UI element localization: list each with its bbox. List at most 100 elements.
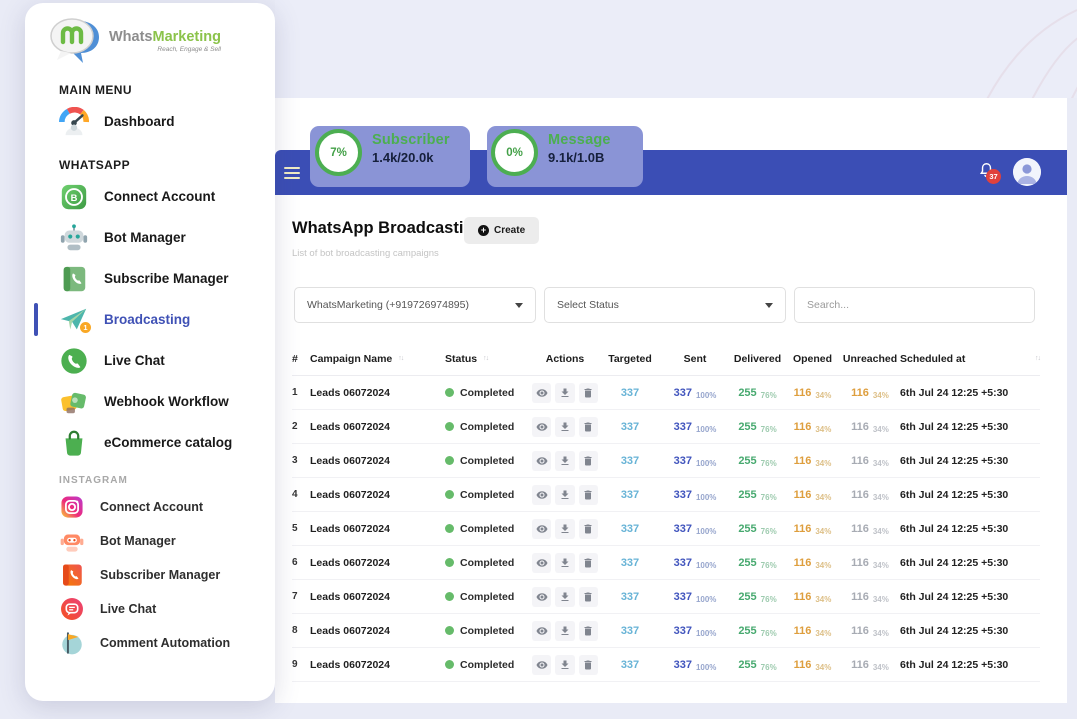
sidebar-item-ig-live-chat[interactable]: Live Chat [25,592,275,626]
delete-button[interactable] [579,621,598,641]
unreached-cell: 11634% [840,420,900,434]
table-row: 2 Leads 06072024 Completed [292,410,1040,444]
table-row: 3 Leads 06072024 Completed [292,444,1040,478]
account-select[interactable]: WhatsMarketing (+919726974895) [294,287,536,323]
actions-cell [530,553,600,573]
status-text: Completed [460,625,514,637]
table-row: 8 Leads 06072024 Completed [292,614,1040,648]
sidebar-item-wa-subscribe-manager[interactable]: Subscribe Manager [25,258,275,299]
delete-button[interactable] [579,587,598,607]
opened-cell: 11634% [785,556,840,570]
view-button[interactable] [532,655,551,675]
delete-button[interactable] [579,451,598,471]
download-button[interactable] [555,587,574,607]
sidebar-item-label: Broadcasting [104,312,190,327]
user-avatar[interactable] [1013,158,1041,186]
trash-icon [582,455,594,467]
view-button[interactable] [532,451,551,471]
sidebar-item-ig-subscriber-manager[interactable]: Subscriber Manager [25,558,275,592]
status-dot [445,490,454,499]
col-campaign-name[interactable]: Campaign Name↑↓ [310,353,445,365]
unreached-cell: 11634% [840,658,900,672]
sort-icon[interactable]: ↑↓ [483,355,488,362]
shopping-bag-icon [59,428,89,458]
col-scheduled-at[interactable]: Scheduled at↑↓ [900,353,1040,365]
unreached-cell: 11634% [840,488,900,502]
status-select[interactable]: Select Status [544,287,786,323]
col-status[interactable]: Status↑↓ [445,353,530,365]
sidebar-item-ig-connect-account[interactable]: Connect Account [25,490,275,524]
view-button[interactable] [532,383,551,403]
delete-button[interactable] [579,655,598,675]
sidebar-item-ig-comment-automation[interactable]: Comment Automation [25,626,275,660]
sidebar-item-wa-live-chat[interactable]: Live Chat [25,340,275,381]
opened-cell: 11634% [785,624,840,638]
download-button[interactable] [555,519,574,539]
brand-logo[interactable]: WhatsMarketing Reach, Engage & Sell [47,15,275,67]
status-cell: Completed [445,523,530,535]
view-button[interactable] [532,587,551,607]
sidebar-item-wa-ecommerce-catalog[interactable]: eCommerce catalog [25,422,275,463]
status-text: Completed [460,455,514,467]
opened-cell: 11634% [785,658,840,672]
targeted-cell: 337 [600,557,660,569]
view-button[interactable] [532,519,551,539]
download-button[interactable] [555,553,574,573]
instagram-section-label: INSTAGRAM [59,475,275,486]
status-dot [445,558,454,567]
sent-cell: 337100% [660,386,730,400]
sidebar-item-label: Live Chat [104,353,165,368]
search-input[interactable] [807,299,1022,311]
table-row: 4 Leads 06072024 Completed [292,478,1040,512]
campaign-name: Leads 06072024 [310,625,445,637]
sidebar-item-wa-webhook-workflow[interactable]: Webhook Workflow [25,381,275,422]
hamburger-menu-icon[interactable] [284,164,300,182]
status-cell: Completed [445,489,530,501]
sidebar-item-wa-bot-manager[interactable]: Bot Manager [25,217,275,258]
download-button[interactable] [555,621,574,641]
message-value: 9.1k/1.0B [548,150,611,165]
subscriber-percent-ring: 7% [315,129,362,176]
contact-book-orange-icon [59,562,85,588]
download-icon [559,625,571,637]
sidebar-item-wa-connect-account[interactable]: B Connect Account [25,176,275,217]
notification-bell[interactable]: 37 [977,161,1001,185]
download-button[interactable] [555,485,574,505]
chat-bubble-orange-icon [59,596,85,622]
download-button[interactable] [555,451,574,471]
create-button[interactable]: + Create [464,217,539,244]
delete-button[interactable] [579,417,598,437]
download-button[interactable] [555,383,574,403]
sort-icon[interactable]: ↑↓ [1035,355,1040,362]
sidebar-item-dashboard[interactable]: Dashboard [25,101,275,142]
sidebar-item-ig-bot-manager[interactable]: Bot Manager [25,524,275,558]
view-button[interactable] [532,485,551,505]
view-button[interactable] [532,417,551,437]
delete-button[interactable] [579,519,598,539]
table-row: 1 Leads 06072024 Completed [292,376,1040,410]
contact-book-icon [59,264,89,294]
targeted-cell: 337 [600,625,660,637]
view-button[interactable] [532,621,551,641]
col-actions: Actions [530,353,600,365]
sort-icon[interactable]: ↑↓ [398,355,403,362]
download-icon [559,489,571,501]
delete-button[interactable] [579,485,598,505]
delete-button[interactable] [579,383,598,403]
download-button[interactable] [555,655,574,675]
targeted-cell: 337 [600,523,660,535]
actions-cell [530,655,600,675]
download-button[interactable] [555,417,574,437]
status-cell: Completed [445,625,530,637]
view-button[interactable] [532,553,551,573]
campaign-name: Leads 06072024 [310,557,445,569]
delete-button[interactable] [579,553,598,573]
eye-icon [536,659,548,671]
sidebar-item-wa-broadcasting[interactable]: 1 Broadcasting [25,299,275,340]
status-cell: Completed [445,659,530,671]
sidebar-item-label: Dashboard [104,114,175,129]
status-text: Completed [460,387,514,399]
opened-cell: 11634% [785,488,840,502]
campaign-name: Leads 06072024 [310,489,445,501]
table-row: 7 Leads 06072024 Completed [292,580,1040,614]
